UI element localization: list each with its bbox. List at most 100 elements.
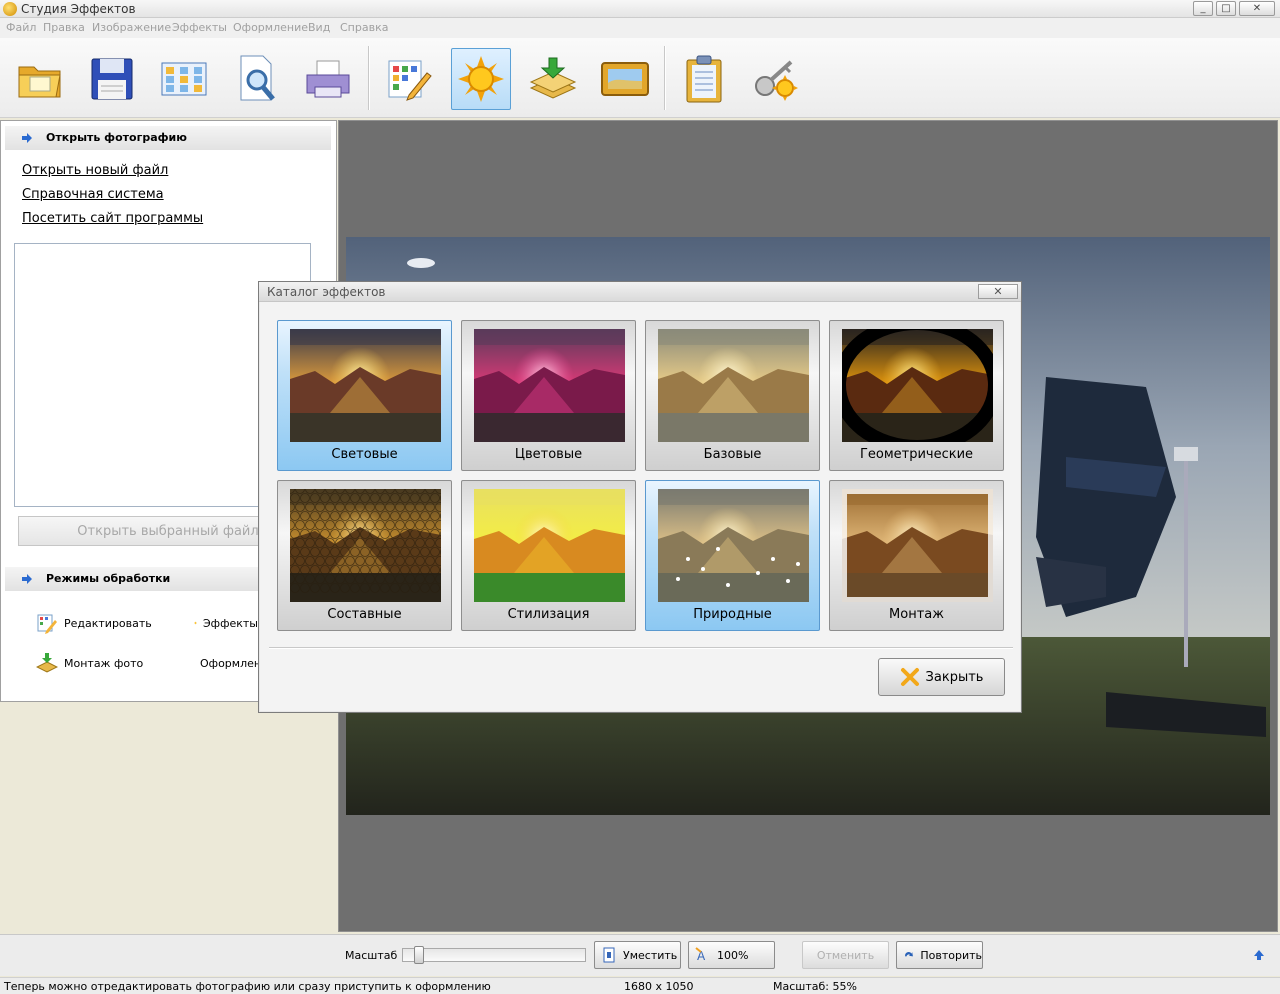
menu-edit[interactable]: Правка: [43, 21, 85, 34]
mode-design-label: Оформление: [200, 656, 258, 670]
keys-icon: [755, 60, 798, 101]
effect-thumbnail: [474, 329, 625, 442]
effect-tile-composite[interactable]: Составные: [277, 480, 452, 631]
maximize-button[interactable]: □: [1216, 1, 1236, 16]
effect-thumbnail: [842, 329, 993, 442]
layers-icon: [529, 57, 577, 99]
actual-size-button[interactable]: A 100%: [688, 941, 775, 969]
title-bar: Студия Эффектов _ □ ✕: [0, 0, 1280, 18]
effect-tile-geometric[interactable]: Геометрические: [829, 320, 1004, 471]
save-button[interactable]: [82, 48, 142, 110]
effect-tile-label: Составные: [327, 607, 402, 622]
menu-effects[interactable]: Эффекты: [172, 21, 227, 34]
fit-icon: [603, 947, 615, 963]
effect-tile-nature[interactable]: Природные: [645, 480, 820, 631]
status-dimensions: 1680 x 1050: [624, 980, 694, 993]
menu-image[interactable]: Изображение: [92, 21, 171, 34]
menu-design[interactable]: Оформление: [233, 21, 308, 34]
effect-thumbnail: [658, 489, 809, 602]
toolbar-separator: [664, 46, 666, 110]
frame-button[interactable]: [595, 48, 655, 110]
mode-edit-label: Редактировать: [64, 616, 152, 630]
effects-button[interactable]: [451, 48, 511, 110]
zoom-slider-thumb[interactable]: [414, 946, 424, 964]
mode-montage[interactable]: Монтаж фото: [36, 652, 143, 674]
effect-tile-label: Монтаж: [889, 607, 944, 622]
menu-bar: Файл Правка Изображение Эффекты Оформлен…: [0, 18, 1280, 38]
preview-button[interactable]: [226, 48, 286, 110]
mode-edit[interactable]: Редактировать: [36, 612, 152, 634]
effect-tile-label: Стилизация: [507, 607, 590, 622]
minimize-button[interactable]: _: [1193, 1, 1213, 16]
print-button[interactable]: [298, 48, 358, 110]
toolbar-separator: [368, 46, 370, 110]
mode-design[interactable]: Оформление: [194, 652, 258, 674]
magnifier-icon: [240, 55, 275, 101]
close-dialog-button[interactable]: Закрыть: [878, 658, 1005, 696]
effect-thumbnail: [290, 329, 441, 442]
effect-tile-stylize[interactable]: Стилизация: [461, 480, 636, 631]
effect-tile-montage[interactable]: Монтаж: [829, 480, 1004, 631]
collapse-up-icon[interactable]: [1253, 949, 1265, 961]
effect-thumbnail: [658, 329, 809, 442]
close-dialog-label: Закрыть: [925, 669, 984, 685]
dialog-title-bar: Каталог эффектов ✕: [259, 282, 1021, 302]
effect-tile-label: Базовые: [703, 447, 762, 462]
sun-icon: [458, 56, 504, 102]
dialog-title: Каталог эффектов: [267, 285, 386, 299]
status-zoom: Масштаб: 55%: [773, 980, 857, 993]
visit-site-link[interactable]: Посетить сайт программы: [22, 211, 203, 226]
dialog-separator: [269, 647, 1013, 649]
edit-icon: [37, 614, 57, 634]
arrow-right-icon: [22, 133, 32, 143]
effect-tile-label: Природные: [693, 607, 772, 622]
effect-tile-label: Цветовые: [514, 447, 583, 462]
modes-title: Режимы обработки: [46, 572, 171, 585]
close-window-button[interactable]: ✕: [1239, 1, 1275, 16]
effect-tile-light[interactable]: Световые: [277, 320, 452, 471]
picture-frame-icon: [601, 62, 649, 96]
actual-size-label: 100%: [717, 948, 749, 962]
open-photo-header[interactable]: Открыть фотографию: [5, 126, 331, 150]
montage-button[interactable]: [523, 48, 583, 110]
open-photo-title: Открыть фотографию: [46, 131, 187, 144]
clipboard-button[interactable]: [674, 48, 734, 110]
toolbar: [0, 38, 1280, 118]
dialog-close-x-button[interactable]: ✕: [978, 284, 1018, 299]
menu-view[interactable]: Вид: [308, 21, 330, 34]
menu-file[interactable]: Файл: [6, 21, 36, 34]
grid-icon: [161, 62, 207, 96]
open-folder-button[interactable]: [10, 48, 70, 110]
open-new-file-link[interactable]: Открыть новый файл: [22, 163, 168, 178]
help-system-link[interactable]: Справочная система: [22, 187, 164, 202]
grid-button[interactable]: [154, 48, 214, 110]
mode-effects[interactable]: Эффекты: [194, 612, 258, 634]
effect-tile-color[interactable]: Цветовые: [461, 320, 636, 471]
effect-tile-basic[interactable]: Базовые: [645, 320, 820, 471]
menu-help[interactable]: Справка: [340, 21, 388, 34]
window-title: Студия Эффектов: [21, 2, 136, 16]
status-bar: Теперь можно отредактировать фотографию …: [0, 977, 1280, 994]
mode-effects-label: Эффекты: [203, 616, 258, 630]
zoom-slider[interactable]: [402, 946, 586, 964]
effect-tile-label: Световые: [331, 447, 398, 462]
actual-size-icon: A: [695, 947, 706, 963]
pencil-grid-icon: [388, 60, 432, 101]
redo-icon: [905, 952, 913, 957]
fit-button[interactable]: Уместить: [594, 941, 681, 969]
folder-icon: [18, 66, 61, 98]
effects-catalog-dialog: Каталог эффектов ✕ Световые Цветовые Баз…: [258, 281, 1022, 713]
edit-button[interactable]: [379, 48, 439, 110]
keys-button[interactable]: [746, 48, 806, 110]
effect-thumbnail: [474, 489, 625, 602]
mode-montage-label: Монтаж фото: [64, 656, 144, 670]
redo-button[interactable]: Повторить: [896, 941, 983, 969]
montage-icon: [36, 653, 58, 673]
floppy-icon: [91, 58, 133, 100]
printer-icon: [306, 60, 350, 98]
fit-label: Уместить: [623, 948, 678, 962]
undo-button[interactable]: Отменить: [802, 941, 889, 969]
effect-thumbnail: [290, 489, 441, 602]
status-message: Теперь можно отредактировать фотографию …: [4, 980, 491, 993]
arrow-right-icon: [22, 574, 32, 584]
